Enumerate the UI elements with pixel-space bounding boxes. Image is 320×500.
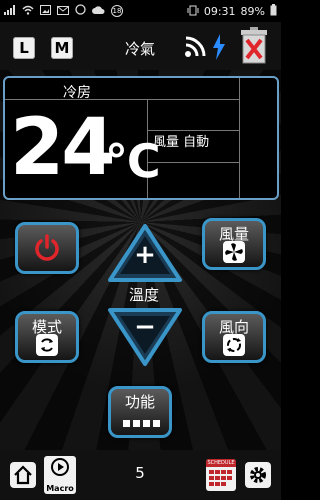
bottom-toolbar: Macro 5 SCHEDULE: [0, 450, 281, 500]
mode-button[interactable]: 模式: [15, 311, 79, 363]
swing-direction-button[interactable]: 風向: [202, 311, 266, 363]
notification-count-badge: 18: [111, 5, 123, 17]
ac-status-display: 冷房 24 ℃ 風量 自動: [3, 76, 279, 200]
learn-key-button[interactable]: L: [13, 37, 35, 59]
calendar-icon: [209, 470, 232, 486]
gear-icon[interactable]: [245, 462, 271, 488]
minus-icon: −: [134, 312, 156, 342]
page-number: 5: [135, 464, 145, 482]
app-header: L M 冷氣: [0, 22, 281, 70]
clock-time: 09:31: [203, 5, 236, 18]
status-bar: 18 09:31 89%: [0, 0, 281, 22]
temperature-value: 24: [10, 103, 116, 193]
vibrate-icon: [187, 5, 199, 19]
plus-icon: +: [134, 240, 156, 270]
power-button[interactable]: [15, 222, 79, 274]
cycle-icon: [36, 334, 58, 356]
power-icon: [35, 234, 59, 261]
battery-percent: 89%: [240, 5, 265, 18]
function-dots-icon: [123, 420, 160, 427]
cloud-icon: [92, 5, 105, 18]
temperature-down-button[interactable]: −: [106, 306, 184, 368]
macro-label: Macro: [46, 484, 74, 493]
home-icon[interactable]: [10, 462, 36, 488]
page-title: 冷氣: [124, 40, 155, 58]
wifi-icon: [22, 5, 34, 18]
macro-button[interactable]: Macro: [44, 456, 76, 494]
image-icon: [40, 4, 51, 18]
function-button[interactable]: 功能: [108, 386, 172, 438]
signal-icon: [4, 4, 16, 18]
schedule-label: SCHEDULE: [206, 459, 236, 467]
fan-speed-button[interactable]: 風量: [202, 218, 266, 270]
schedule-button[interactable]: SCHEDULE: [206, 459, 236, 491]
memory-key-button[interactable]: M: [51, 37, 73, 59]
macro-icon: [51, 458, 69, 476]
function-label: 功能: [124, 393, 155, 411]
fan-icon: [223, 241, 245, 263]
battery-icon: [270, 4, 277, 19]
mail-icon: [57, 5, 69, 18]
bluetooth-icon[interactable]: [211, 34, 227, 64]
whatsapp-icon: [75, 4, 86, 18]
delete-trash-icon[interactable]: [236, 26, 272, 70]
fan-speed-status: 風量 自動: [153, 135, 210, 150]
signal-transmit-icon[interactable]: [184, 36, 206, 62]
swing-icon: [223, 334, 245, 356]
temperature-label: 溫度: [128, 286, 159, 304]
temperature-up-button[interactable]: +: [106, 222, 184, 284]
